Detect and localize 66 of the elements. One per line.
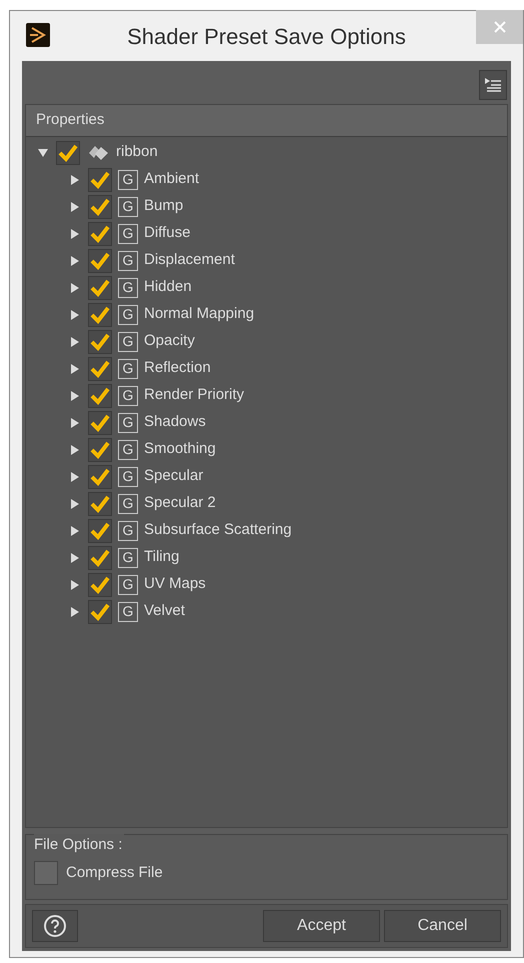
checkbox[interactable] xyxy=(88,572,112,596)
tree-item-label[interactable]: Specular xyxy=(144,465,204,488)
tree-item-label[interactable]: Specular 2 xyxy=(144,492,216,515)
checkbox[interactable] xyxy=(88,600,112,624)
tree-item-label[interactable]: Displacement xyxy=(144,249,235,272)
menu-icon xyxy=(484,77,502,93)
tree-item-label[interactable]: Opacity xyxy=(144,330,195,353)
expand-arrow-icon[interactable] xyxy=(36,148,50,156)
tree-item-label[interactable]: Render Priority xyxy=(144,384,244,407)
dialog-button[interactable]: Accept xyxy=(263,910,380,942)
checkbox[interactable] xyxy=(88,276,112,300)
tree-item-label[interactable]: Ambient xyxy=(144,168,200,191)
properties-header: Properties xyxy=(26,105,507,137)
group-badge: G xyxy=(118,358,138,378)
group-badge: G xyxy=(118,386,138,406)
window-title: Shader Preset Save Options xyxy=(126,22,407,51)
checkbox[interactable] xyxy=(88,194,112,218)
tree-item-label[interactable]: Reflection xyxy=(144,357,211,380)
dialog-button[interactable]: Cancel xyxy=(384,910,501,942)
tree-item-label[interactable]: UV Maps xyxy=(144,573,206,596)
group-badge: G xyxy=(118,520,138,540)
group-badge: G xyxy=(118,304,138,324)
tree-item-label[interactable]: Normal Mapping xyxy=(144,303,254,326)
group-badge: G xyxy=(118,170,138,190)
group-badge: G xyxy=(118,548,138,568)
checkbox[interactable] xyxy=(88,546,112,570)
group-badge: G xyxy=(118,332,138,352)
checkbox[interactable] xyxy=(88,438,112,462)
help-button[interactable] xyxy=(32,910,78,942)
checkbox[interactable] xyxy=(88,410,112,434)
checkbox[interactable] xyxy=(88,248,112,272)
checkbox[interactable] xyxy=(56,140,80,164)
checkbox[interactable] xyxy=(88,222,112,246)
app-logo-icon xyxy=(26,23,50,47)
group-badge: G xyxy=(118,494,138,514)
group-badge: G xyxy=(118,466,138,486)
group-badge: G xyxy=(118,574,138,594)
checkbox[interactable] xyxy=(88,518,112,542)
close-icon xyxy=(494,21,506,33)
group-badge: G xyxy=(118,602,138,622)
tree-item-label[interactable]: Bump xyxy=(144,195,184,218)
menu-button[interactable] xyxy=(479,70,507,100)
group-badge: G xyxy=(118,440,138,460)
checkbox[interactable] xyxy=(88,356,112,380)
tree-item-label[interactable]: Hidden xyxy=(144,276,192,299)
checkbox[interactable] xyxy=(34,861,58,885)
checkbox[interactable] xyxy=(88,302,112,326)
tree-item-label[interactable]: Diffuse xyxy=(144,222,190,245)
checkbox-label: Compress File xyxy=(66,862,163,883)
tree-item-label[interactable]: Tiling xyxy=(144,546,180,569)
group-badge: G xyxy=(118,412,138,432)
tree-item-label[interactable]: Shadows xyxy=(144,411,206,434)
tree-item-label[interactable]: Subsurface Scattering xyxy=(144,519,292,542)
help-icon xyxy=(43,914,67,938)
checkbox[interactable] xyxy=(88,464,112,488)
tree-item-label[interactable]: ribbon xyxy=(116,141,158,164)
group-badge: G xyxy=(118,278,138,298)
checkbox[interactable] xyxy=(88,492,112,516)
group-badge: G xyxy=(118,224,138,244)
tree-item-label[interactable]: Smoothing xyxy=(144,438,216,461)
group-badge: G xyxy=(118,250,138,270)
group-badge: G xyxy=(118,196,138,216)
checkbox[interactable] xyxy=(88,330,112,354)
tree-item-label[interactable]: Velvet xyxy=(144,600,185,623)
checkbox[interactable] xyxy=(88,168,112,192)
checkbox[interactable] xyxy=(88,384,112,408)
